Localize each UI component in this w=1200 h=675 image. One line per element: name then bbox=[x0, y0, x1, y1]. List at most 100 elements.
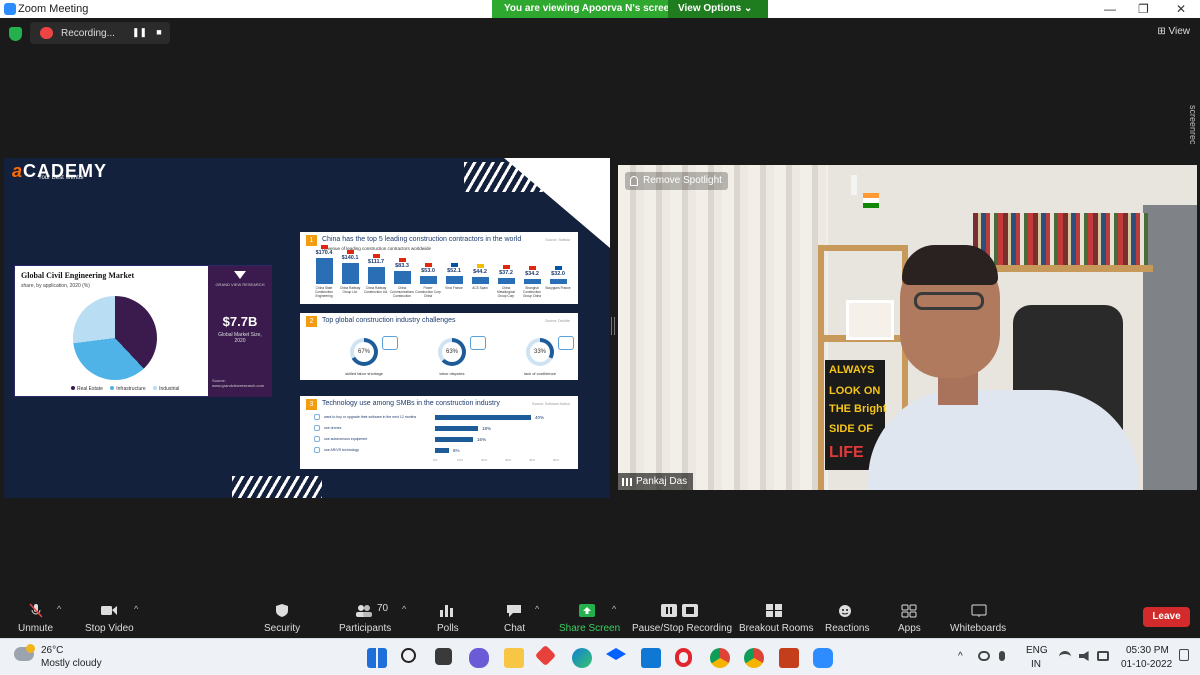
market-card: Global Civil Engineering Market share, b… bbox=[14, 265, 272, 397]
unmute-button[interactable]: Unmute bbox=[10, 598, 62, 638]
polls-button[interactable]: Polls bbox=[432, 598, 462, 638]
axis-tick-label: 50% bbox=[553, 458, 560, 462]
stop-recording-button[interactable]: ■ bbox=[152, 27, 166, 39]
row-label: use AR/VR technology bbox=[324, 448, 360, 452]
breakout-rooms-icon bbox=[766, 604, 782, 617]
tech-bar bbox=[435, 437, 473, 442]
chrome-browser-icon[interactable] bbox=[744, 648, 764, 668]
zoom-app-icon[interactable] bbox=[813, 648, 833, 668]
clock-time[interactable]: 05:30 PM bbox=[1126, 645, 1169, 656]
bar-value-label: $34.2 bbox=[525, 271, 539, 277]
notifications-icon[interactable] bbox=[1179, 649, 1189, 661]
bar-value-label: $170.4 bbox=[315, 250, 333, 256]
video-options-caret[interactable]: ^ bbox=[134, 604, 138, 614]
bar-category-label: China Railway Group Ltd. bbox=[339, 286, 361, 294]
microphone-icon[interactable] bbox=[999, 651, 1005, 661]
tech-bar-value: 40% bbox=[535, 415, 545, 420]
show-hidden-icons-caret[interactable]: ^ bbox=[958, 651, 963, 662]
chat-options-caret[interactable]: ^ bbox=[535, 604, 539, 614]
participant-name: Pankaj Das bbox=[636, 476, 688, 487]
view-button[interactable]: ⊞ View bbox=[1157, 26, 1190, 37]
restore-icon[interactable]: ❐ bbox=[1138, 2, 1149, 16]
leave-button[interactable]: Leave bbox=[1143, 607, 1190, 627]
mail-icon[interactable] bbox=[641, 648, 661, 668]
encryption-shield-icon[interactable] bbox=[9, 27, 22, 41]
pause-recording-button[interactable]: ❚❚ bbox=[132, 27, 147, 39]
stop-video-button[interactable]: Stop Video bbox=[82, 598, 138, 638]
remove-spotlight-button[interactable]: Remove Spotlight bbox=[625, 172, 728, 190]
share-options-caret[interactable]: ^ bbox=[612, 604, 616, 614]
illustration-icon bbox=[558, 336, 574, 350]
row-icon bbox=[314, 436, 320, 442]
dropbox-icon[interactable] bbox=[606, 648, 626, 660]
wifi-icon[interactable] bbox=[1059, 651, 1071, 661]
minimize-icon[interactable]: — bbox=[1104, 2, 1116, 16]
breakout-rooms-button[interactable]: Breakout Rooms bbox=[738, 598, 813, 638]
language-code[interactable]: ENG bbox=[1026, 645, 1048, 656]
search-icon[interactable] bbox=[401, 648, 416, 663]
apps-button[interactable]: Apps bbox=[896, 598, 922, 638]
bar bbox=[498, 278, 515, 284]
language-region[interactable]: IN bbox=[1031, 659, 1041, 670]
axis-tick-label: 10% bbox=[457, 458, 464, 462]
file-explorer-icon[interactable] bbox=[504, 648, 524, 668]
weather-temperature[interactable]: 26°C bbox=[41, 645, 63, 656]
bar-category-label: Shanghai Construction Group China bbox=[522, 286, 542, 298]
participants-button[interactable]: 70 Participants bbox=[337, 598, 397, 638]
bar bbox=[446, 276, 463, 284]
windows-taskbar: 26°C Mostly cloudy ^ ENG IN 05:30 PM 01-… bbox=[0, 638, 1200, 675]
participant-video[interactable]: ALWAYS LOOK ON THE Bright SIDE OF LIFE R… bbox=[618, 165, 1197, 490]
split-view-resize-handle[interactable] bbox=[611, 317, 615, 335]
task-view-icon[interactable] bbox=[435, 648, 452, 665]
anydesk-icon[interactable] bbox=[534, 644, 557, 667]
bar bbox=[472, 277, 489, 284]
country-flag-icon bbox=[451, 263, 458, 267]
axis-tick-label: 0% bbox=[433, 458, 438, 462]
bar-value-label: $37.2 bbox=[499, 270, 513, 276]
volume-icon[interactable] bbox=[1079, 651, 1089, 661]
pause-stop-recording-button[interactable]: Pause/Stop Recording bbox=[632, 598, 732, 638]
row-label: use drones bbox=[324, 426, 342, 430]
participant-name-tag: Pankaj Das bbox=[618, 473, 694, 490]
whiteboards-button[interactable]: Whiteboards bbox=[950, 598, 1008, 638]
audio-options-caret[interactable]: ^ bbox=[57, 604, 61, 614]
start-menu-icon[interactable] bbox=[367, 648, 387, 668]
battery-icon[interactable] bbox=[1097, 651, 1109, 661]
tech-bar-value: 18% bbox=[482, 426, 492, 431]
headset-icon[interactable] bbox=[978, 651, 990, 661]
bar-value-label: $44.2 bbox=[473, 269, 487, 275]
metal-cabinet bbox=[1143, 205, 1197, 490]
person-hair bbox=[902, 245, 998, 285]
clock-date[interactable]: 01-10-2022 bbox=[1121, 659, 1172, 670]
teams-chat-icon[interactable] bbox=[469, 648, 489, 668]
market-title: Global Civil Engineering Market bbox=[21, 271, 135, 280]
bar-category-label: Power Construction Corp China bbox=[415, 286, 441, 298]
reactions-icon bbox=[839, 605, 851, 617]
reactions-button[interactable]: Reactions bbox=[824, 598, 870, 638]
edge-browser-icon[interactable] bbox=[572, 648, 592, 668]
opera-browser-icon[interactable] bbox=[675, 648, 692, 667]
participants-options-caret[interactable]: ^ bbox=[402, 604, 406, 614]
share-screen-button[interactable]: Share Screen bbox=[558, 598, 620, 638]
remove-spotlight-label: Remove Spotlight bbox=[643, 175, 722, 186]
weather-description[interactable]: Mostly cloudy bbox=[41, 658, 102, 669]
panel-source: Source: Deloitte bbox=[545, 319, 570, 323]
reactions-label: Reactions bbox=[825, 623, 870, 634]
ring-value: 67% bbox=[354, 342, 374, 362]
bar-category-label: China State Construction Engineering bbox=[315, 286, 333, 298]
bookshelf bbox=[973, 213, 1148, 265]
bar-category-label: China Metallurgical Group Corp bbox=[497, 286, 515, 298]
view-options-button[interactable]: View Options ⌄ bbox=[668, 0, 768, 18]
chrome-profile-icon[interactable] bbox=[710, 648, 730, 668]
unmute-label: Unmute bbox=[18, 623, 54, 634]
stop-video-label: Stop Video bbox=[85, 623, 134, 634]
security-button[interactable]: Security bbox=[262, 598, 302, 638]
tech-bar bbox=[435, 415, 531, 420]
pause-stop-icon bbox=[661, 604, 698, 617]
market-source: Source: www.grandviewresearch.com bbox=[212, 378, 265, 388]
chat-button[interactable]: Chat bbox=[500, 598, 530, 638]
country-flag-icon bbox=[555, 266, 562, 270]
powerpoint-icon[interactable] bbox=[779, 648, 799, 668]
row-label: want to buy or upgrade their software in… bbox=[324, 415, 417, 419]
close-icon[interactable]: ✕ bbox=[1176, 2, 1186, 16]
